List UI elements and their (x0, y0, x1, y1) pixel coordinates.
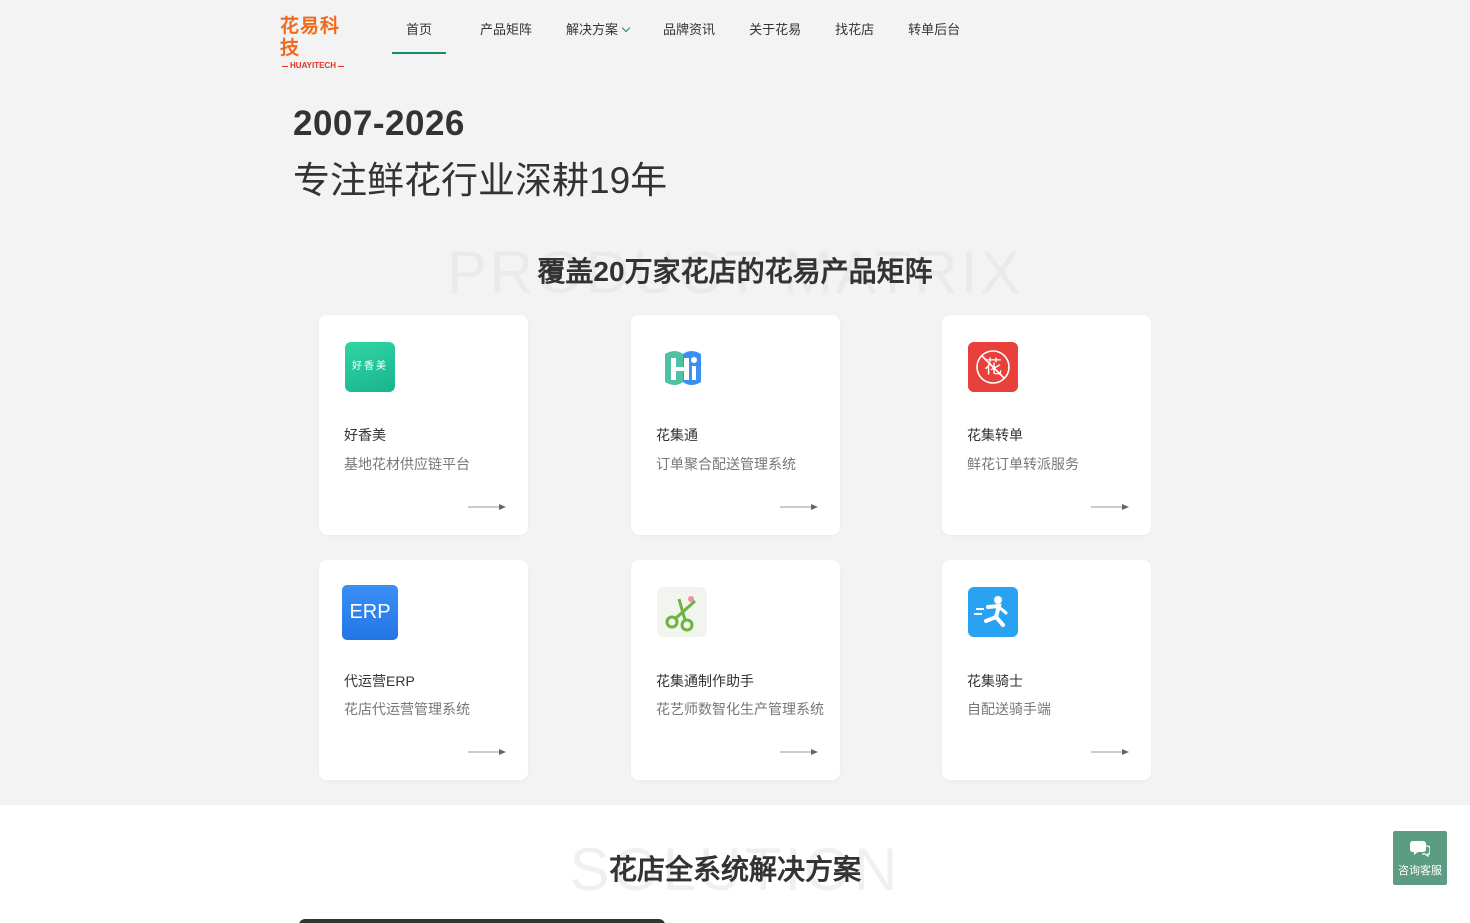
device-preview-top (299, 919, 665, 923)
nav-label: 解决方案 (566, 22, 619, 37)
products-heading: 覆盖20万家花店的花易产品矩阵 (0, 250, 1470, 290)
nav-item-solutions[interactable]: 解决方案 (566, 0, 631, 55)
arrow-right-icon (780, 749, 818, 755)
hero-slogan: 专注鲜花行业深耕19年 (293, 160, 668, 201)
huaji-zhuandan-logo-icon: 花 (968, 342, 1018, 392)
svg-text:花: 花 (984, 357, 1002, 378)
nav-label: 关于花易 (749, 22, 802, 37)
nav-item-news[interactable]: 品牌资讯 (663, 0, 715, 55)
nav-item-home[interactable]: 首页 (392, 0, 447, 55)
product-card-haoxiangmei[interactable]: 好香美 好香美 基地花材供应链平台 (319, 315, 528, 535)
product-desc: 订单聚合配送管理系统 (656, 456, 796, 472)
nav-item-products[interactable]: 产品矩阵 (480, 0, 532, 55)
haoxiangmei-logo-icon: 好香美 (345, 342, 395, 392)
product-desc: 鲜花订单转派服务 (967, 456, 1079, 472)
product-card-huajitong[interactable]: 花集通 订单聚合配送管理系统 (631, 315, 840, 535)
product-card-erp[interactable]: ERP 代运营ERP 花店代运营管理系统 (319, 560, 528, 780)
site-header: 花易科技 HUAYITECH 首页 产品矩阵 解决方案 品牌资讯 关于花易 找花… (0, 0, 1470, 70)
product-card-rider[interactable]: 花集骑士 自配送骑手端 (942, 560, 1151, 780)
arrow-right-icon (468, 504, 506, 510)
nav-label: 产品矩阵 (480, 22, 533, 37)
product-name: 好香美 (344, 427, 386, 443)
rider-logo-icon (968, 587, 1018, 637)
solution-section: SOLUTION 花店全系统解决方案 (0, 805, 1470, 923)
solution-heading: 花店全系统解决方案 (0, 848, 1470, 888)
product-name: 花集通 (656, 427, 698, 443)
product-desc: 花店代运营管理系统 (344, 701, 470, 717)
arrow-right-icon (780, 504, 818, 510)
product-name: 花集转单 (967, 427, 1023, 443)
consult-service-button[interactable]: 咨询客服 (1393, 831, 1447, 885)
nav-label: 转单后台 (908, 22, 961, 37)
arrow-right-icon (468, 749, 506, 755)
erp-logo-icon: ERP (342, 585, 398, 640)
nav-item-about[interactable]: 关于花易 (749, 0, 801, 55)
nav-item-order-backend[interactable]: 转单后台 (908, 0, 960, 55)
nav-label: 品牌资讯 (663, 22, 716, 37)
product-name: 花集骑士 (967, 673, 1023, 689)
nav-label: 首页 (406, 22, 433, 37)
chat-bubble-icon (1410, 841, 1430, 858)
arrow-right-icon (1091, 749, 1129, 755)
consult-label: 咨询客服 (1398, 865, 1442, 877)
section-title: 覆盖20万家花店的花易产品矩阵 (537, 256, 933, 287)
product-card-huaji-zhuandan[interactable]: 花 花集转单 鲜花订单转派服务 (942, 315, 1151, 535)
brand-name: 花易科技 (280, 16, 341, 59)
nav-label: 找花店 (835, 22, 875, 37)
product-desc: 基地花材供应链平台 (344, 456, 470, 472)
product-name: 花集通制作助手 (656, 673, 754, 689)
hero-years: 2007-2026 (293, 104, 465, 143)
brand-sub: HUAYITECH (280, 61, 346, 71)
product-desc: 自配送骑手端 (967, 701, 1051, 717)
chevron-down-icon (621, 23, 631, 33)
nav-item-find-store[interactable]: 找花店 (835, 0, 874, 55)
scissors-logo-icon (657, 587, 707, 637)
product-name: 代运营ERP (344, 673, 415, 689)
brand-logo[interactable]: 花易科技 HUAYITECH (280, 16, 356, 70)
product-desc: 花艺师数智化生产管理系统 (656, 701, 824, 717)
section-title: 花店全系统解决方案 (608, 854, 861, 885)
main-nav: 首页 产品矩阵 解决方案 品牌资讯 关于花易 找花店 转单后台 (392, 0, 994, 55)
arrow-right-icon (1091, 504, 1129, 510)
huajitong-logo-icon (665, 351, 701, 385)
product-card-production-assistant[interactable]: 花集通制作助手 花艺师数智化生产管理系统 (631, 560, 840, 780)
